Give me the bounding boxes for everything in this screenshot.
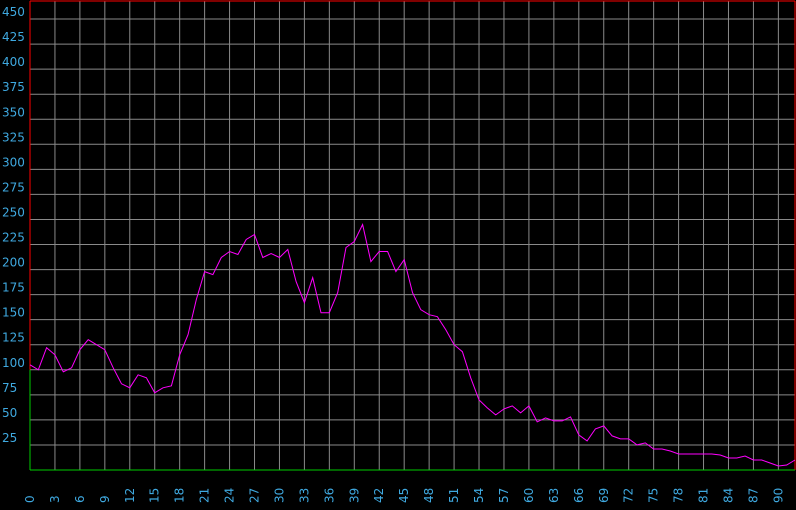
x-tick-label: 45 <box>397 488 411 503</box>
x-tick-label: 18 <box>173 488 187 503</box>
y-tick-label: 25 <box>2 431 17 445</box>
x-tick-label: 42 <box>372 488 386 503</box>
y-tick-label: 450 <box>2 5 25 19</box>
x-tick-label: 24 <box>223 488 237 503</box>
x-tick-label: 90 <box>771 488 785 503</box>
x-tick-label: 21 <box>198 488 212 503</box>
chart-area: 25 50 75 100 125 150 175 200 225 250 275 300 325 350 3… <box>0 0 796 505</box>
line-chart: 2550751001251501752002252502753003253503… <box>0 0 796 505</box>
y-tick-label: 425 <box>2 30 25 44</box>
x-tick-label: 9 <box>98 495 112 503</box>
x-tick-label: 15 <box>148 488 162 503</box>
y-tick-label: 225 <box>2 231 25 245</box>
y-tick-label: 350 <box>2 105 25 119</box>
y-tick-label: 325 <box>2 130 25 144</box>
x-tick-label: 60 <box>522 488 536 503</box>
x-tick-label: 33 <box>297 488 311 503</box>
y-tick-label: 300 <box>2 155 25 169</box>
x-tick-label: 54 <box>472 488 486 503</box>
plot-background <box>0 0 796 505</box>
x-tick-label: 3 <box>48 495 62 503</box>
x-tick-label: 63 <box>547 488 561 503</box>
y-tick-label: 150 <box>2 306 25 320</box>
y-tick-label: 125 <box>2 331 25 345</box>
x-tick-label: 84 <box>721 488 735 503</box>
x-tick-label: 51 <box>447 488 461 503</box>
x-tick-label: 69 <box>597 488 611 503</box>
x-tick-label: 81 <box>697 488 711 503</box>
x-tick-label: 57 <box>497 488 511 503</box>
y-tick-label: 100 <box>2 356 25 370</box>
x-tick-label: 0 <box>23 495 37 503</box>
y-tick-label: 200 <box>2 256 25 270</box>
y-tick-label: 250 <box>2 205 25 219</box>
x-tick-label: 72 <box>622 488 636 503</box>
x-tick-label: 27 <box>248 488 262 503</box>
x-tick-label: 48 <box>422 488 436 503</box>
x-tick-label: 30 <box>272 488 286 503</box>
y-tick-label: 75 <box>2 381 17 395</box>
x-tick-label: 75 <box>647 488 661 503</box>
x-tick-label: 78 <box>672 488 686 503</box>
y-tick-label: 175 <box>2 281 25 295</box>
x-tick-label: 87 <box>746 488 760 503</box>
x-tick-label: 12 <box>123 488 137 503</box>
y-tick-label: 375 <box>2 80 25 94</box>
y-tick-label: 50 <box>2 406 17 420</box>
y-tick-label: 400 <box>2 55 25 69</box>
y-tick-label: 275 <box>2 180 25 194</box>
x-tick-label: 39 <box>347 488 361 503</box>
x-tick-label: 66 <box>572 488 586 503</box>
x-tick-label: 36 <box>322 488 336 503</box>
x-tick-label: 6 <box>73 495 87 503</box>
